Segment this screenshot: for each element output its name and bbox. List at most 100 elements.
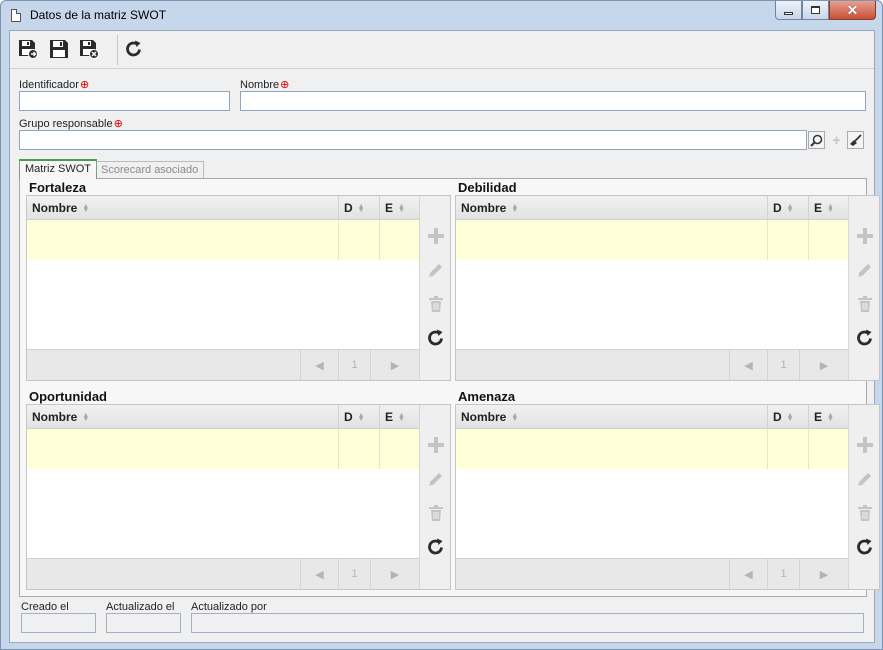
column-header-nombre[interactable]: Nombre ▲ ▼: [27, 196, 338, 220]
add-button[interactable]: [854, 434, 876, 456]
column-divider: [767, 429, 768, 469]
identificador-label-text: Identificador: [19, 79, 79, 91]
page-number: 1: [338, 350, 370, 380]
oportunidad-grid-panel: Nombre ▲ ▼ D ▲ ▼ E ▲ ▼ ◀ 1 ▶: [26, 404, 451, 590]
sort-icon: ▲ ▼: [786, 202, 794, 214]
grid: Nombre ▲ ▼ D ▲ ▼ E ▲ ▼ ◀ 1 ▶: [456, 405, 848, 589]
oportunidad-title: Oportunidad: [29, 389, 107, 404]
fortaleza-title: Fortaleza: [29, 180, 87, 195]
next-page-button[interactable]: ▶: [799, 559, 848, 589]
grupo-responsable-input[interactable]: [19, 130, 807, 150]
edit-button[interactable]: [425, 259, 447, 281]
sort-icon: ▲ ▼: [398, 411, 405, 423]
refresh-button[interactable]: [854, 327, 876, 349]
prev-page-button[interactable]: ◀: [300, 350, 338, 380]
trash-icon: [429, 296, 443, 312]
add-grupo-button[interactable]: +: [828, 131, 845, 149]
debilidad-grid-panel: Nombre ▲ ▼ D ▲ ▼ E ▲ ▼ ◀ 1 ▶: [455, 195, 880, 381]
refresh-button[interactable]: [425, 536, 447, 558]
chevron-right-icon: ▶: [390, 359, 400, 372]
prev-page-button[interactable]: ◀: [729, 559, 767, 589]
search-icon: [810, 134, 823, 147]
table-row[interactable]: [456, 429, 848, 469]
column-header-d[interactable]: D ▲ ▼: [338, 196, 379, 220]
identificador-input[interactable]: [19, 91, 230, 111]
sort-icon: ▲ ▼: [511, 411, 519, 423]
table-row[interactable]: [456, 220, 848, 260]
edit-button[interactable]: [854, 259, 876, 281]
prev-page-button[interactable]: ◀: [300, 559, 338, 589]
column-header-d[interactable]: D ▲ ▼: [767, 196, 808, 220]
trash-icon: [858, 296, 872, 312]
chevron-left-icon: ◀: [744, 359, 753, 372]
column-header-e[interactable]: E ▲ ▼: [379, 196, 419, 220]
tab-scorecard-asociado[interactable]: Scorecard asociado: [95, 161, 205, 179]
chevron-left-icon: ◀: [744, 568, 753, 581]
refresh-button[interactable]: [425, 327, 447, 349]
tab-matriz-swot[interactable]: Matriz SWOT: [19, 159, 97, 179]
refresh-button[interactable]: [854, 536, 876, 558]
refresh-button[interactable]: [123, 38, 145, 60]
close-button[interactable]: ✕: [829, 1, 876, 20]
toolbar-separator: [117, 35, 118, 65]
column-header-nombre[interactable]: Nombre ▲ ▼: [27, 405, 338, 429]
minimize-button[interactable]: [775, 1, 802, 20]
edit-button[interactable]: [854, 468, 876, 490]
grid-pager: ◀ 1 ▶: [456, 558, 848, 589]
next-page-button[interactable]: ▶: [370, 350, 419, 380]
edit-button[interactable]: [425, 468, 447, 490]
table-row[interactable]: [27, 220, 419, 260]
grid: Nombre ▲ ▼ D ▲ ▼ E ▲ ▼ ◀ 1 ▶: [27, 196, 419, 380]
column-header-e[interactable]: E ▲ ▼: [808, 405, 848, 429]
window-title: Datos de la matriz SWOT: [30, 8, 167, 22]
column-header-label: D: [344, 201, 353, 215]
fortaleza-grid-panel: Nombre ▲ ▼ D ▲ ▼ E ▲ ▼ ◀ 1 ▶: [26, 195, 451, 381]
column-divider: [379, 220, 380, 260]
search-button[interactable]: [808, 131, 825, 149]
creado-label: Creado el: [21, 601, 69, 613]
save-and-new-icon: [19, 40, 38, 59]
grid-header: Nombre ▲ ▼ D ▲ ▼ E ▲ ▼: [456, 196, 848, 220]
maximize-button[interactable]: [802, 1, 829, 20]
amenaza-grid-panel: Nombre ▲ ▼ D ▲ ▼ E ▲ ▼ ◀ 1 ▶: [455, 404, 880, 590]
column-header-nombre[interactable]: Nombre ▲ ▼: [456, 405, 767, 429]
actualizado-por-field: [191, 613, 864, 633]
column-header-nombre[interactable]: Nombre ▲ ▼: [456, 196, 767, 220]
column-header-d[interactable]: D ▲ ▼: [767, 405, 808, 429]
save-and-close-button[interactable]: [78, 38, 100, 60]
identificador-label: Identificador⊕: [19, 78, 89, 91]
save-button[interactable]: [48, 38, 70, 60]
prev-page-button[interactable]: ◀: [729, 350, 767, 380]
next-page-button[interactable]: ▶: [370, 559, 419, 589]
actualizado-field: [106, 613, 181, 633]
delete-button[interactable]: [854, 293, 876, 315]
debilidad-title: Debilidad: [458, 180, 517, 195]
column-header-d[interactable]: D ▲ ▼: [338, 405, 379, 429]
close-icon: ✕: [846, 2, 859, 18]
plus-icon: [428, 437, 444, 453]
actualizado-label: Actualizado el: [106, 601, 175, 613]
add-button[interactable]: [854, 225, 876, 247]
column-header-e[interactable]: E ▲ ▼: [379, 405, 419, 429]
page-number: 1: [338, 559, 370, 589]
nombre-input[interactable]: [240, 91, 866, 111]
grid-actions: [419, 405, 450, 589]
required-icon: ⊕: [280, 79, 290, 91]
add-button[interactable]: [425, 434, 447, 456]
save-and-new-button[interactable]: [17, 38, 39, 60]
add-button[interactable]: [425, 225, 447, 247]
title-bar: Datos de la matriz SWOT ✕: [1, 1, 882, 29]
next-page-button[interactable]: ▶: [799, 350, 848, 380]
column-header-label: Nombre: [32, 201, 78, 215]
delete-button[interactable]: [854, 502, 876, 524]
plus-icon: [857, 437, 873, 453]
delete-button[interactable]: [425, 502, 447, 524]
delete-button[interactable]: [425, 293, 447, 315]
chevron-left-icon: ◀: [315, 568, 324, 581]
grid-header: Nombre ▲ ▼ D ▲ ▼ E ▲ ▼: [456, 405, 848, 429]
table-row[interactable]: [27, 429, 419, 469]
grid-pager: ◀ 1 ▶: [27, 558, 419, 589]
column-header-e[interactable]: E ▲ ▼: [808, 196, 848, 220]
clear-button[interactable]: [847, 131, 864, 149]
column-header-label: D: [773, 201, 782, 215]
